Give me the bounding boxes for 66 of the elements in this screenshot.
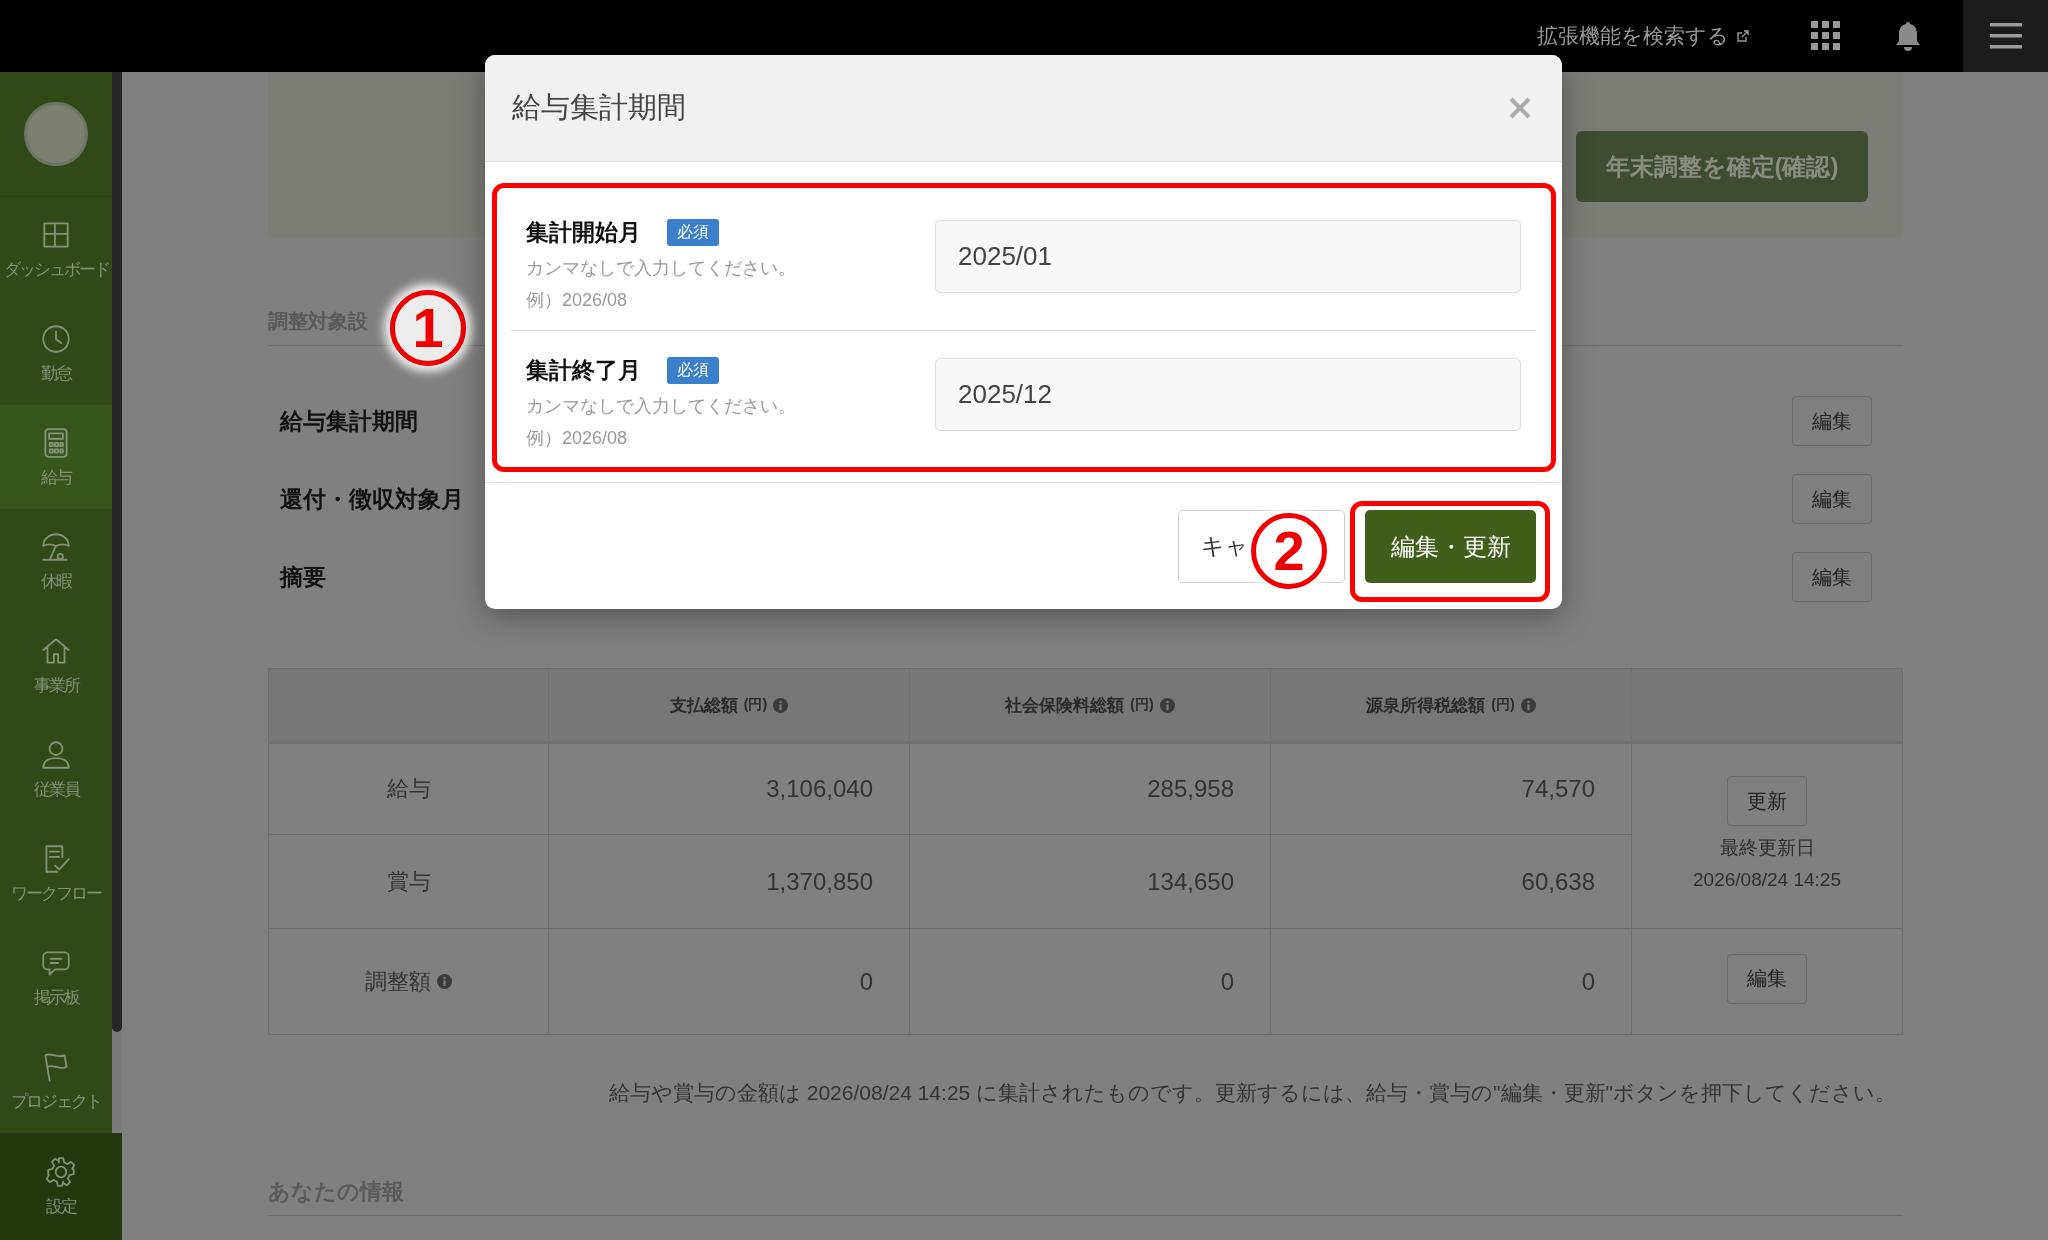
close-icon[interactable] [1508, 96, 1532, 120]
external-link-icon [1737, 30, 1749, 42]
sidebar-item[interactable]: 事業所 [0, 613, 112, 717]
info-icon[interactable] [1159, 697, 1175, 713]
confirm-button[interactable]: 年末調整を確定(確認) [1576, 131, 1868, 202]
required-tag: 必須 [667, 357, 719, 384]
menu-icon [1989, 23, 2022, 49]
table-cell: 3,106,040 [766, 775, 873, 802]
table-cell: 134,650 [1147, 867, 1234, 895]
sidebar-item[interactable]: 設定 [0, 1133, 122, 1240]
table-cell: 0 [859, 967, 873, 995]
row-label: 給与 [386, 775, 431, 803]
setting-label: 還付・徴収対象月 [280, 484, 464, 514]
required-tag: 必須 [667, 219, 719, 246]
sidebar-item[interactable]: ダッシュボード [0, 197, 112, 301]
example-text: 例）2026/08 [526, 427, 629, 450]
row-label: 調整額 [365, 967, 431, 996]
sidebar-item[interactable]: 休暇 [0, 509, 112, 613]
example-text: 例）2026/08 [526, 289, 629, 312]
dialog-title: 給与集計期間 [512, 90, 686, 125]
edit-button[interactable]: 編集 [1792, 396, 1872, 446]
note-text: 給与や賞与の金額は 2026/08/24 14:25 に集計されたものです。更新するには、給与・賞与の"編集・更新"ボタンを押下してください。 [608, 1081, 1896, 1104]
field-label: 集計終了月 [526, 356, 641, 385]
setting-label: 摘要 [280, 562, 326, 592]
info-icon[interactable] [437, 974, 452, 989]
edit-button[interactable]: 編集 [1792, 552, 1872, 602]
month-field[interactable]: 2025/01 [935, 220, 1521, 293]
updated-timestamp: 2026/08/24 14:25 [1692, 868, 1842, 892]
table-cell: 60,638 [1521, 867, 1595, 895]
sidebar-item[interactable]: 勤怠 [0, 301, 112, 405]
unit-label: (円) [1130, 696, 1154, 714]
sidebar-item[interactable]: プロジェクト [0, 1029, 112, 1133]
sidebar-item[interactable]: ワークフロー [0, 821, 112, 925]
column-header: 社会保険料総額 [1005, 694, 1125, 717]
table-cell: 1,370,850 [766, 867, 873, 895]
row-label: 賞与 [386, 867, 431, 896]
sidebar-item[interactable]: 従業員 [0, 717, 112, 821]
update-button[interactable]: 更新 [1727, 776, 1807, 826]
bell-icon[interactable] [1893, 20, 1923, 52]
scrollbar[interactable] [112, 72, 122, 1032]
sidebar-item[interactable]: 給与 [0, 405, 112, 509]
table-cell: 74,570 [1521, 775, 1595, 802]
submit-button[interactable]: 編集・更新 [1365, 510, 1536, 583]
extension-search-link[interactable]: 拡張機能を検索する [1537, 22, 1749, 50]
apps-grid-icon[interactable] [1811, 21, 1841, 51]
step-marker: 1 [390, 290, 466, 366]
updated-caption: 最終更新日 [1718, 836, 1816, 860]
month-field[interactable]: 2025/12 [935, 358, 1521, 431]
unit-label: (円) [743, 696, 768, 714]
settings-icon [44, 1155, 78, 1189]
help-text: カンマなしで入力してください。 [526, 395, 797, 418]
info-icon[interactable] [773, 697, 789, 713]
unit-label: (円) [1491, 696, 1515, 714]
edit-button[interactable]: 編集 [1727, 953, 1807, 1004]
column-header: 源泉所得税総額 [1366, 694, 1486, 717]
table-cell: 0 [1220, 967, 1234, 995]
table-cell: 0 [1581, 967, 1595, 995]
menu-button[interactable] [1963, 0, 2048, 72]
setting-label: 給与集計期間 [280, 406, 418, 436]
field-label: 集計開始月 [526, 218, 641, 247]
help-text: カンマなしで入力してください。 [526, 257, 797, 280]
column-header: 支払総額 [669, 694, 738, 717]
edit-button[interactable]: 編集 [1792, 474, 1872, 524]
info-icon[interactable] [1520, 697, 1536, 713]
table-cell: 285,958 [1147, 775, 1234, 802]
sidebar-item[interactable]: 掲示板 [0, 925, 112, 1029]
